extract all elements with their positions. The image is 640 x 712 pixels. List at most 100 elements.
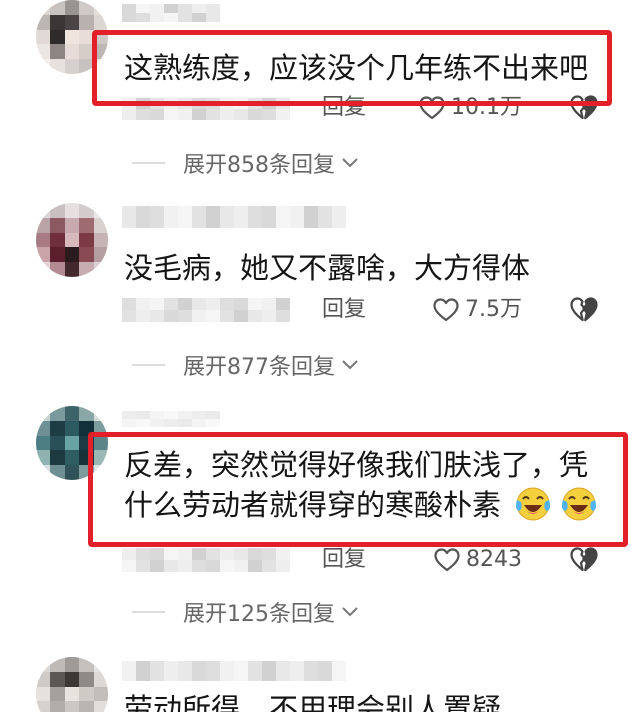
expand-replies-button[interactable]: 展开125条回复 [132,599,359,627]
mosaic-cell [64,29,80,45]
mosaic-cell [79,435,94,451]
like-button[interactable]: 8243 [434,547,522,573]
mosaic-cell [248,206,262,217]
mosaic-cell [79,247,94,263]
mosaic-cell [164,411,178,419]
comment-item: 这熟练度，应该没个几年练不出来吧 回复 10.1万 展开858条回复 [0,0,640,200]
username-blurred[interactable] [122,4,220,22]
reply-button[interactable]: 回复 [322,95,366,121]
mosaic-cell [79,671,94,687]
mosaic-cell [332,671,346,681]
avatar[interactable] [36,406,108,480]
mosaic-cell [206,13,220,22]
mosaic-cell [136,661,150,671]
mosaic-cell [276,661,290,671]
mosaic-cell [122,419,136,427]
mosaic-cell [93,406,108,421]
mosaic-cell [93,262,108,277]
mosaic-cell [64,203,80,218]
mosaic-cell [79,262,94,277]
mosaic-cell [79,44,94,60]
mosaic-cell [248,671,262,681]
mosaic-cell [64,450,80,466]
mosaic-cell [50,686,65,702]
mosaic-cell [206,217,220,228]
mosaic-cell [50,262,65,277]
mosaic-cell [122,671,136,681]
heart-outline-icon [434,548,460,572]
chevron-down-icon [341,359,359,371]
mosaic-cell [304,671,318,681]
mosaic-cell [79,59,94,74]
username-blurred[interactable] [122,206,347,228]
like-button[interactable]: 10.1万 [419,95,522,121]
mosaic-cell [50,29,65,45]
expand-replies-button[interactable]: 展开858条回复 [132,150,359,178]
mosaic-cell [178,411,192,419]
mosaic-cell [93,29,108,45]
mosaic-cell [64,247,80,263]
mosaic-cell [262,98,276,109]
mosaic-cell [50,14,65,30]
reply-button[interactable]: 回复 [322,547,366,573]
mosaic-cell [234,560,248,572]
mosaic-cell [206,411,220,419]
mosaic-cell [332,217,346,228]
mosaic-cell [150,548,164,560]
mosaic-cell [206,671,220,681]
mosaic-cell [248,109,262,120]
like-count: 10.1万 [451,95,522,120]
mosaic-cell [248,98,262,109]
mosaic-cell [248,548,262,560]
reply-button[interactable]: 回复 [322,297,366,323]
comment-text-line: 这熟练度，应该没个几年练不出来吧 [124,51,589,85]
mosaic-cell [64,406,80,421]
mosaic-cell [234,298,248,310]
mosaic-cell [150,419,164,427]
dislike-button[interactable] [570,547,598,573]
mosaic-cell [122,548,136,560]
mosaic-cell [178,560,192,572]
mosaic-cell [318,217,332,228]
chevron-down-icon [341,157,359,169]
mosaic-cell [93,657,108,672]
comment-item: 劳动所得，不用理会别人置疑 [0,657,640,712]
like-button[interactable]: 7.5万 [433,297,522,323]
mosaic-cell [36,0,51,15]
dislike-button[interactable] [570,297,598,323]
mosaic-cell [36,686,51,702]
mosaic-cell [178,661,192,671]
username-blurred[interactable] [122,411,222,427]
avatar[interactable] [36,0,108,74]
mosaic-cell [36,671,51,687]
mosaic-cell [206,206,220,217]
mosaic-cell [164,560,178,572]
mosaic-cell [192,411,206,419]
mosaic-cell [234,310,248,322]
mosaic-cell [290,671,304,681]
mosaic-cell [164,206,178,217]
mosaic-cell [178,671,192,681]
mosaic-cell [150,411,164,419]
username-blurred[interactable] [122,661,347,681]
mosaic-cell [36,217,51,233]
comment-text-line: 没毛病，她又不露啥，大方得体 [124,251,531,285]
avatar[interactable] [36,657,108,712]
crying-laughing-emoji-icon [559,485,599,523]
mosaic-cell [276,560,290,572]
mosaic-cell [206,310,220,322]
mosaic-cell [36,435,51,451]
mosaic-cell [50,203,65,218]
mosaic-cell [178,419,192,427]
mosaic-cell [164,4,178,13]
dislike-button[interactable] [570,95,598,121]
mosaic-cell [36,465,51,480]
mosaic-cell [64,671,80,687]
mosaic-cell [93,420,108,436]
avatar[interactable] [36,203,108,277]
mosaic-cell [192,671,206,681]
expand-replies-button[interactable]: 展开877条回复 [132,352,359,380]
mosaic-cell [318,661,332,671]
mosaic-cell [64,686,80,702]
mosaic-cell [150,661,164,671]
